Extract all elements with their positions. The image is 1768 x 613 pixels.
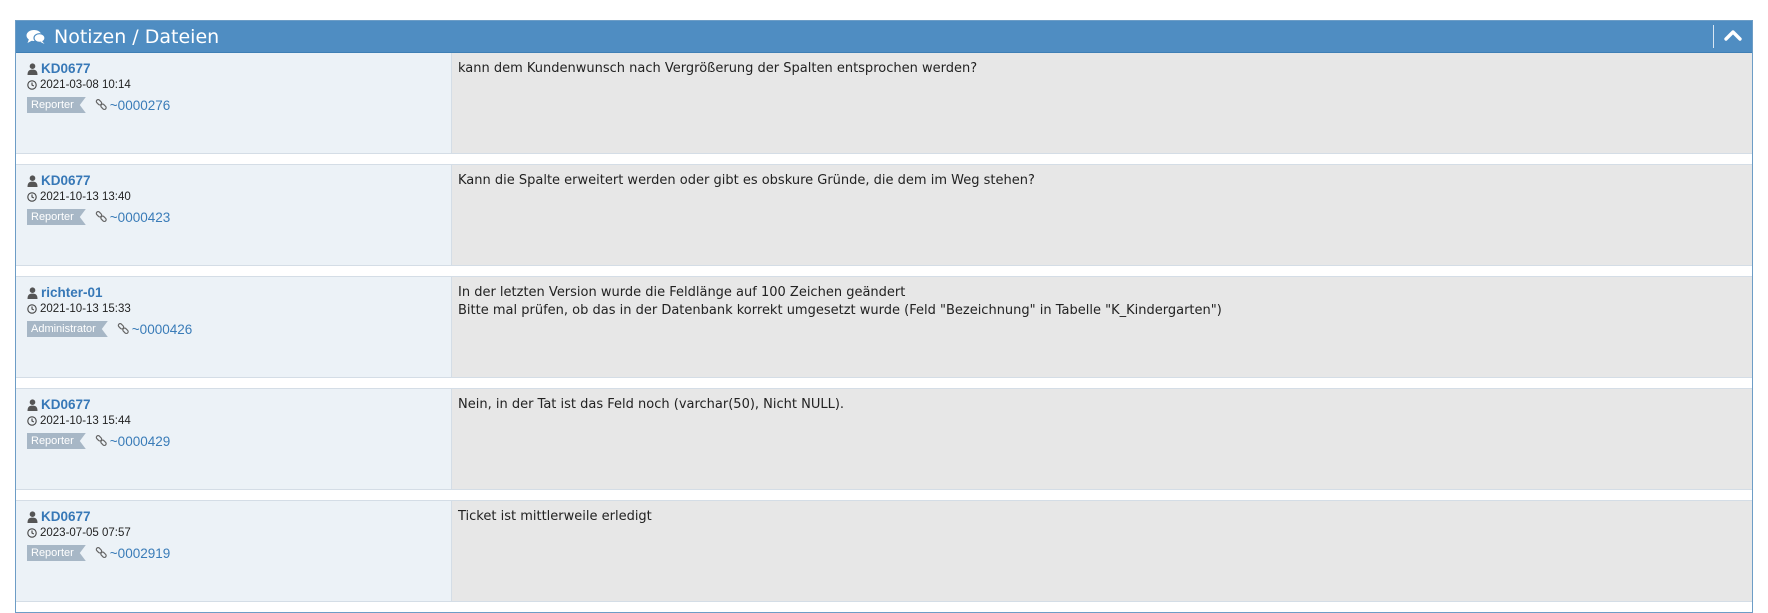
author-link[interactable]: KD0677 [41, 509, 91, 524]
link-icon [95, 546, 107, 558]
note-meta: KD0677 2023-07-05 07:57 Reporter ~000291… [16, 501, 452, 601]
date-row: 2021-03-08 10:14 [27, 79, 131, 91]
note-item: richter-01 2021-10-13 15:33 Administrato… [16, 276, 1752, 378]
note-date: 2021-10-13 15:33 [40, 303, 131, 315]
date-row: 2021-10-13 15:33 [27, 303, 131, 315]
note-text: In der letzten Version wurde die Feldlän… [452, 277, 1752, 377]
clock-icon [27, 416, 37, 426]
user-icon [27, 286, 38, 299]
note-text: Ticket ist mittlerweile erledigt [452, 501, 1752, 601]
clock-icon [27, 192, 37, 202]
role-badge: Reporter [27, 433, 86, 449]
author-link[interactable]: richter-01 [41, 285, 103, 300]
role-badge: Administrator [27, 321, 108, 337]
date-row: 2021-10-13 13:40 [27, 191, 131, 203]
collapse-button[interactable] [1720, 24, 1746, 48]
author-link[interactable]: KD0677 [41, 397, 91, 412]
role-row: Reporter ~0002919 [27, 545, 170, 561]
author-row: KD0677 [27, 173, 91, 188]
note-ref-link[interactable]: ~0002919 [110, 546, 170, 561]
clock-icon [27, 528, 37, 538]
header-divider [1713, 25, 1714, 48]
note-meta: KD0677 2021-03-08 10:14 Reporter ~000027… [16, 53, 452, 153]
role-badge: Reporter [27, 97, 86, 113]
author-row: KD0677 [27, 509, 91, 524]
note-text: kann dem Kundenwunsch nach Vergrößerung … [452, 53, 1752, 153]
role-row: Administrator ~0000426 [27, 321, 192, 337]
date-row: 2023-07-05 07:57 [27, 527, 131, 539]
note-item: KD0677 2021-10-13 13:40 Reporter ~000042… [16, 164, 1752, 266]
date-row: 2021-10-13 15:44 [27, 415, 131, 427]
note-date: 2021-10-13 15:44 [40, 415, 131, 427]
link-icon [95, 98, 107, 110]
link-icon [117, 322, 129, 334]
author-row: KD0677 [27, 397, 91, 412]
note-ref-link[interactable]: ~0000276 [110, 98, 170, 113]
user-icon [27, 510, 38, 523]
clock-icon [27, 304, 37, 314]
notes-widget: Notizen / Dateien KD0677 2021-03-08 10:1… [15, 20, 1753, 613]
role-badge: Reporter [27, 545, 86, 561]
author-link[interactable]: KD0677 [41, 61, 91, 76]
clock-icon [27, 80, 37, 90]
link-icon [95, 210, 107, 222]
author-row: KD0677 [27, 61, 91, 76]
note-date: 2021-03-08 10:14 [40, 79, 131, 91]
widget-title: Notizen / Dateien [54, 26, 220, 48]
note-ref-link[interactable]: ~0000426 [132, 322, 192, 337]
role-row: Reporter ~0000276 [27, 97, 170, 113]
author-row: richter-01 [27, 285, 103, 300]
role-row: Reporter ~0000429 [27, 433, 170, 449]
note-item: KD0677 2021-10-13 15:44 Reporter ~000042… [16, 388, 1752, 490]
note-item: KD0677 2023-07-05 07:57 Reporter ~000291… [16, 500, 1752, 602]
widget-header: Notizen / Dateien [16, 21, 1752, 53]
note-ref-link[interactable]: ~0000423 [110, 210, 170, 225]
link-icon [95, 434, 107, 446]
comments-icon [26, 29, 46, 45]
note-date: 2023-07-05 07:57 [40, 527, 131, 539]
note-ref-link[interactable]: ~0000429 [110, 434, 170, 449]
author-link[interactable]: KD0677 [41, 173, 91, 188]
note-text: Kann die Spalte erweitert werden oder gi… [452, 165, 1752, 265]
chevron-up-icon [1724, 30, 1742, 41]
note-item: KD0677 2021-03-08 10:14 Reporter ~000027… [16, 53, 1752, 154]
note-meta: richter-01 2021-10-13 15:33 Administrato… [16, 277, 452, 377]
note-meta: KD0677 2021-10-13 13:40 Reporter ~000042… [16, 165, 452, 265]
note-text: Nein, in der Tat ist das Feld noch (varc… [452, 389, 1752, 489]
user-icon [27, 398, 38, 411]
note-meta: KD0677 2021-10-13 15:44 Reporter ~000042… [16, 389, 452, 489]
notes-list: KD0677 2021-03-08 10:14 Reporter ~000027… [16, 53, 1752, 612]
user-icon [27, 174, 38, 187]
user-icon [27, 62, 38, 75]
role-badge: Reporter [27, 209, 86, 225]
note-date: 2021-10-13 13:40 [40, 191, 131, 203]
role-row: Reporter ~0000423 [27, 209, 170, 225]
